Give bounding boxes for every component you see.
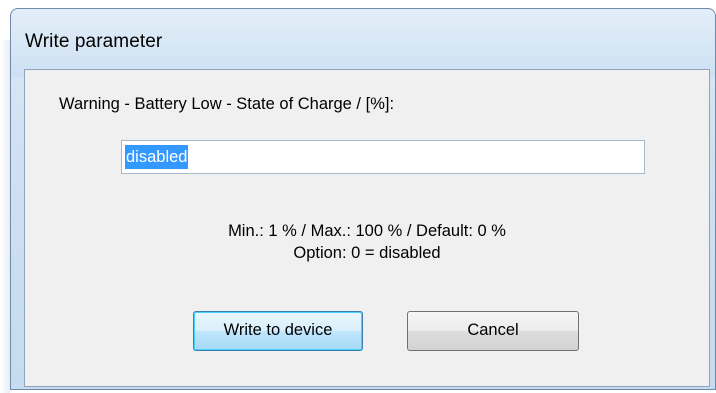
cancel-button[interactable]: Cancel [407,311,579,351]
range-limits-text: Min.: 1 % / Max.: 100 % / Default: 0 % [228,222,506,240]
parameter-label: Warning - Battery Low - State of Charge … [59,95,395,113]
window-title: Write parameter [25,31,163,52]
range-option-text: Option: 0 = disabled [293,244,441,262]
dialog-client-area: Warning - Battery Low - State of Charge … [24,69,710,387]
write-parameter-window: Write parameter Warning - Battery Low - … [0,0,716,393]
parameter-range-info: Min.: 1 % / Max.: 100 % / Default: 0 % O… [25,220,709,264]
selected-input-text: disabled [125,145,189,169]
parameter-value-input[interactable]: disabled [121,140,645,174]
write-to-device-button[interactable]: Write to device [193,311,363,351]
window-frame: Write parameter Warning - Battery Low - … [10,8,716,390]
title-bar[interactable]: Write parameter [11,9,715,77]
window-shadow [0,40,10,393]
